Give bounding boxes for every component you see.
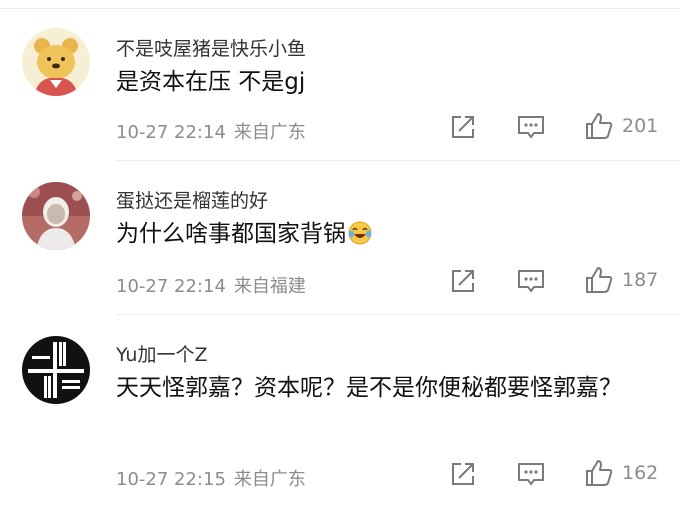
divider	[116, 314, 680, 315]
username[interactable]: 不是吱屋猪是快乐小鱼	[116, 34, 306, 61]
top-divider	[0, 0, 680, 9]
laughing-crying-emoji-icon	[348, 218, 372, 258]
person-photo-icon	[22, 182, 90, 250]
like-button[interactable]: 187	[584, 265, 658, 295]
share-icon	[452, 463, 474, 485]
comment-meta: 10-27 22:14 来自广东	[116, 118, 306, 144]
comment-text: 天天怪郭嘉？资本呢？是不是你便秘都要怪郭嘉？	[116, 375, 622, 401]
comment-icon	[518, 463, 544, 486]
thumbs-up-icon	[586, 460, 613, 486]
thumbs-up-icon	[586, 113, 613, 139]
like-count: 162	[622, 462, 659, 484]
share-icon	[452, 270, 474, 292]
location: 来自福建	[233, 276, 306, 297]
avatar[interactable]	[22, 28, 90, 96]
share-button[interactable]	[450, 268, 476, 294]
black-logo-icon	[22, 336, 90, 404]
comment-icon	[518, 270, 544, 293]
thumbs-up-icon	[586, 267, 613, 293]
comment-meta: 10-27 22:14 来自福建	[116, 272, 306, 298]
timestamp: 10-27 22:14	[116, 276, 226, 297]
share-button[interactable]	[450, 114, 476, 140]
location: 来自广东	[233, 469, 306, 490]
comment-text: 是资本在压 不是gj	[116, 69, 306, 95]
comment-button[interactable]	[517, 461, 545, 487]
like-count: 187	[622, 269, 659, 291]
username[interactable]: 蛋挞还是榴莲的好	[116, 186, 268, 213]
timestamp: 10-27 22:15	[116, 469, 226, 490]
comment-meta: 10-27 22:15 来自广东	[116, 465, 306, 491]
divider	[116, 160, 680, 161]
comment-button[interactable]	[517, 268, 545, 294]
comment-text-body: 为什么啥事都国家背锅	[116, 221, 346, 247]
winnie-the-pooh-icon	[22, 28, 90, 96]
like-count: 201	[622, 115, 659, 137]
comment-text: 为什么啥事都国家背锅	[116, 214, 656, 258]
timestamp: 10-27 22:14	[116, 122, 226, 143]
comment-icon	[518, 116, 544, 139]
like-button[interactable]: 162	[584, 458, 658, 488]
username[interactable]: Yu加一个Z	[116, 340, 207, 367]
avatar[interactable]	[22, 336, 90, 404]
avatar[interactable]	[22, 182, 90, 250]
share-icon	[452, 116, 474, 138]
comment-button[interactable]	[517, 114, 545, 140]
share-button[interactable]	[450, 461, 476, 487]
comment-list-page: 不是吱屋猪是快乐小鱼 是资本在压 不是gj 10-27 22:14 来自广东 2…	[0, 0, 680, 507]
location: 来自广东	[233, 122, 306, 143]
like-button[interactable]: 201	[584, 111, 658, 141]
